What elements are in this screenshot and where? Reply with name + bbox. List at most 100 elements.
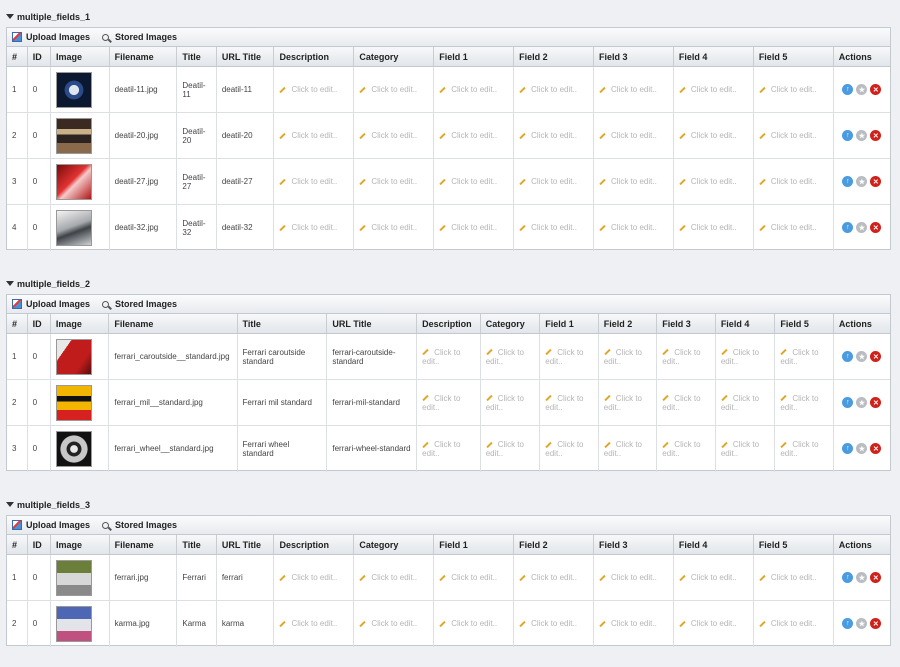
image-thumbnail[interactable] [55,163,92,200]
url-title-cell[interactable]: karma [216,600,275,647]
column-header[interactable]: URL Title [216,535,275,555]
star-icon[interactable]: ★ [856,222,868,234]
editable-cell[interactable]: Click to edit.. [656,379,716,426]
info-icon[interactable]: ↑ [842,130,854,141]
editable-cell[interactable]: Click to edit.. [598,425,658,472]
editable-cell[interactable]: Click to edit.. [273,600,355,647]
stored-images-button[interactable]: Stored Images [102,520,177,530]
url-title-cell[interactable]: ferrari-caroutside-standard [326,333,418,380]
editable-cell[interactable]: Click to edit.. [513,112,595,159]
click-to-edit[interactable]: Click to edit.. [439,177,497,186]
editable-cell[interactable]: Click to edit.. [539,379,599,426]
column-header[interactable]: Field 1 [433,47,515,67]
collapse-arrow-icon[interactable] [6,502,14,507]
editable-cell[interactable]: Click to edit.. [673,204,754,251]
editable-cell[interactable]: Click to edit.. [513,66,595,113]
editable-cell[interactable]: Click to edit.. [753,204,834,251]
editable-cell[interactable]: Click to edit.. [593,66,674,113]
click-to-edit[interactable]: Click to edit.. [679,573,737,582]
click-to-edit[interactable]: Click to edit.. [662,348,700,366]
stored-images-button[interactable]: Stored Images [102,32,177,42]
delete-icon[interactable]: ✕ [870,443,882,455]
upload-images-button[interactable]: Upload Images [12,520,90,530]
click-to-edit[interactable]: Click to edit.. [679,223,737,232]
click-to-edit[interactable]: Click to edit.. [679,619,737,628]
section-header[interactable]: multiple_fields_1 [0,9,900,24]
click-to-edit[interactable]: Click to edit.. [439,223,497,232]
star-icon[interactable]: ★ [856,397,868,408]
editable-cell[interactable]: Click to edit.. [273,158,355,205]
star-icon[interactable]: ★ [856,84,868,95]
click-to-edit[interactable]: Click to edit.. [519,223,577,232]
column-header[interactable]: Description [273,535,355,555]
info-icon[interactable]: ↑ [842,176,854,187]
editable-cell[interactable]: Click to edit.. [353,158,435,205]
image-thumbnail[interactable] [55,71,92,108]
editable-cell[interactable]: Click to edit.. [480,333,541,380]
editable-cell[interactable]: Click to edit.. [353,204,435,251]
column-header[interactable]: Field 5 [753,535,834,555]
editable-cell[interactable]: Click to edit.. [656,333,716,380]
section-header[interactable]: multiple_fields_3 [0,497,900,512]
click-to-edit[interactable]: Click to edit.. [759,619,817,628]
column-header[interactable]: Field 3 [593,535,674,555]
click-to-edit[interactable]: Click to edit.. [780,440,818,458]
column-header[interactable]: Field 5 [774,314,834,334]
column-header[interactable]: URL Title [326,314,418,334]
delete-icon[interactable]: ✕ [870,222,882,234]
click-to-edit[interactable]: Click to edit.. [359,85,417,94]
click-to-edit[interactable]: Click to edit.. [721,394,759,412]
click-to-edit[interactable]: Click to edit.. [679,85,737,94]
click-to-edit[interactable]: Click to edit.. [359,223,417,232]
title-cell[interactable]: Deatil-27 [176,158,217,205]
column-header[interactable]: Field 2 [513,535,595,555]
click-to-edit[interactable]: Click to edit.. [545,348,583,366]
title-cell[interactable]: Deatil-11 [176,66,217,113]
info-icon[interactable]: ↑ [842,351,854,362]
click-to-edit[interactable]: Click to edit.. [759,223,817,232]
column-header[interactable]: # [7,47,28,67]
editable-cell[interactable]: Click to edit.. [753,600,834,647]
click-to-edit[interactable]: Click to edit.. [679,177,737,186]
click-to-edit[interactable]: Click to edit.. [279,177,337,186]
info-icon[interactable]: ↑ [842,443,854,455]
image-thumbnail[interactable] [55,559,92,596]
column-header[interactable]: Description [273,47,355,67]
click-to-edit[interactable]: Click to edit.. [519,619,577,628]
delete-icon[interactable]: ✕ [870,351,882,362]
star-icon[interactable]: ★ [856,618,868,630]
url-title-cell[interactable]: ferrari-wheel-standard [326,425,418,472]
click-to-edit[interactable]: Click to edit.. [422,348,460,366]
click-to-edit[interactable]: Click to edit.. [780,394,818,412]
stored-images-button[interactable]: Stored Images [102,299,177,309]
column-header[interactable]: # [7,314,28,334]
click-to-edit[interactable]: Click to edit.. [599,85,657,94]
collapse-arrow-icon[interactable] [6,14,14,19]
editable-cell[interactable]: Click to edit.. [673,554,754,601]
editable-cell[interactable]: Click to edit.. [774,425,834,472]
url-title-cell[interactable]: ferrari [216,554,275,601]
click-to-edit[interactable]: Click to edit.. [759,85,817,94]
editable-cell[interactable]: Click to edit.. [433,554,515,601]
editable-cell[interactable]: Click to edit.. [416,379,481,426]
column-header[interactable]: Title [237,314,328,334]
star-icon[interactable]: ★ [856,443,868,455]
column-header[interactable]: Field 1 [539,314,599,334]
click-to-edit[interactable]: Click to edit.. [359,131,417,140]
editable-cell[interactable]: Click to edit.. [416,425,481,472]
editable-cell[interactable]: Click to edit.. [480,425,541,472]
editable-cell[interactable]: Click to edit.. [753,112,834,159]
column-header[interactable]: ID [27,47,51,67]
column-header[interactable]: Field 4 [673,535,754,555]
star-icon[interactable]: ★ [856,176,868,187]
click-to-edit[interactable]: Click to edit.. [519,85,577,94]
editable-cell[interactable]: Click to edit.. [273,554,355,601]
column-header[interactable]: Field 4 [673,47,754,67]
column-header[interactable]: Field 4 [715,314,776,334]
click-to-edit[interactable]: Click to edit.. [519,177,577,186]
column-header[interactable]: Filename [109,535,178,555]
click-to-edit[interactable]: Click to edit.. [279,619,337,628]
editable-cell[interactable]: Click to edit.. [539,333,599,380]
editable-cell[interactable]: Click to edit.. [774,333,834,380]
info-icon[interactable]: ↑ [842,572,854,583]
